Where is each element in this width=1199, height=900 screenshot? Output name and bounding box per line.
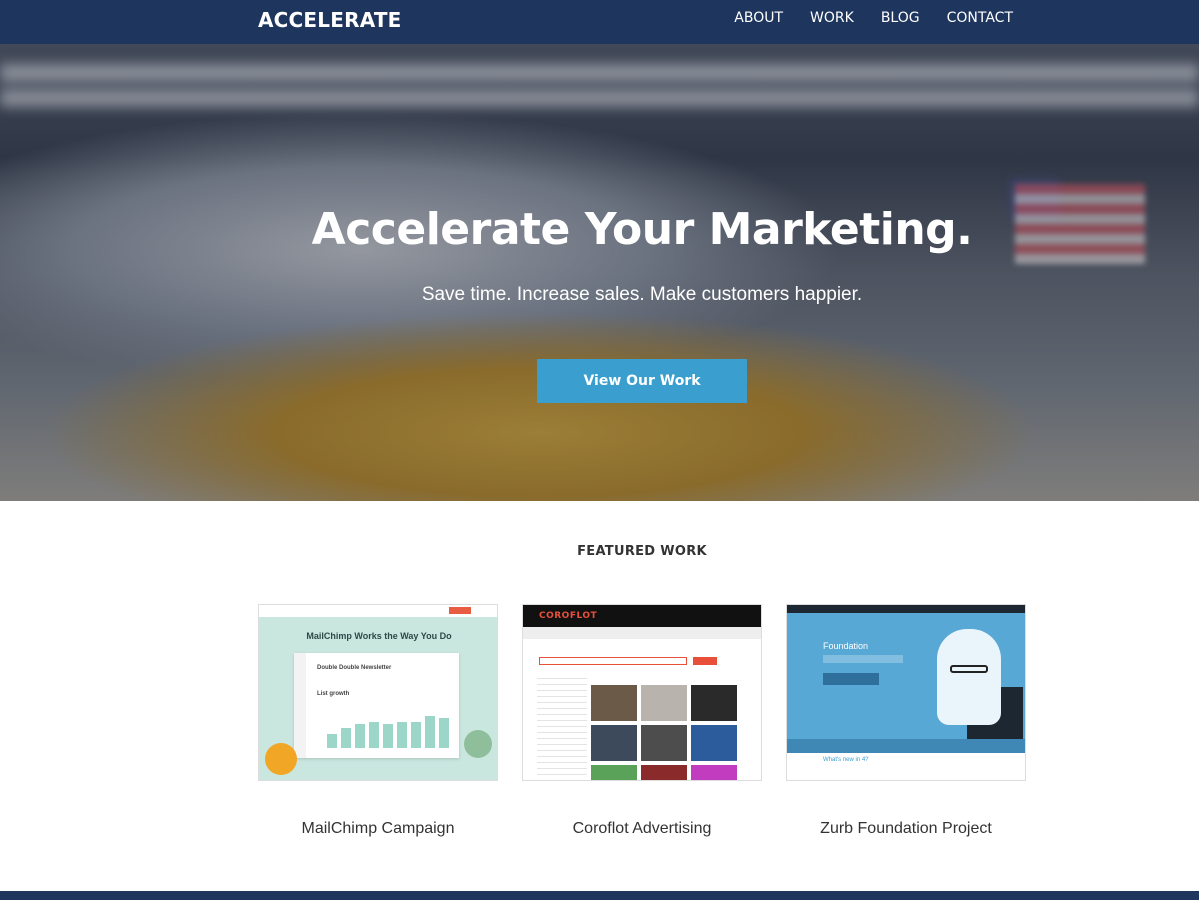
- site-header: ACCELERATE ABOUT WORK BLOG CONTACT: [0, 0, 1199, 44]
- thumb-subnav: [523, 627, 761, 639]
- hero-banner: Accelerate Your Marketing. Save time. In…: [0, 44, 1199, 501]
- thumb-signup-button: [449, 607, 471, 614]
- thumb-subscribe-strip: [787, 739, 1025, 753]
- thumb-search: [539, 657, 687, 665]
- thumb-sidebar: [294, 653, 306, 758]
- thumb-project-image: [641, 725, 687, 761]
- hero-background-streak: [0, 64, 1199, 82]
- thumb-tagline: [823, 655, 903, 663]
- thumb-chart-bar: [425, 716, 435, 748]
- thumb-category-list: [537, 673, 587, 778]
- footer-bar: [0, 891, 1199, 900]
- hero-title: Accelerate Your Marketing.: [311, 204, 973, 255]
- card-label-coroflot[interactable]: Coroflot Advertising: [522, 820, 762, 838]
- thumb-project-image: [591, 685, 637, 721]
- thumb-project-image: [641, 685, 687, 721]
- hero-background-streak: [0, 89, 1199, 107]
- card-label-foundation[interactable]: Zurb Foundation Project: [786, 820, 1026, 838]
- thumb-heading: MailChimp Works the Way You Do: [306, 631, 452, 641]
- thumb-glasses: [950, 665, 988, 673]
- nav-about[interactable]: ABOUT: [734, 10, 783, 26]
- thumb-project-image: [641, 765, 687, 780]
- view-our-work-button[interactable]: View Our Work: [537, 359, 747, 403]
- thumb-chart-bar: [383, 724, 393, 748]
- foundation-thumbnail[interactable]: Foundation What's new in 4?: [786, 604, 1026, 781]
- thumb-project-image: [591, 765, 637, 780]
- thumb-brand: COROFLOT: [539, 611, 598, 621]
- thumb-panel-title: Double Double Newsletter: [317, 665, 392, 671]
- thumb-project-image: [691, 725, 737, 761]
- thumb-chart-bar: [327, 734, 337, 748]
- thumb-plant-decor: [464, 730, 492, 758]
- thumb-brand: Foundation: [823, 641, 869, 651]
- thumb-section-title: List growth: [317, 691, 350, 697]
- thumb-yeti-mascot: [937, 629, 1001, 725]
- nav-contact[interactable]: CONTACT: [947, 10, 1013, 26]
- coroflot-thumbnail[interactable]: COROFLOT: [522, 604, 762, 781]
- thumb-chart-bar: [355, 724, 365, 748]
- site-logo[interactable]: ACCELERATE: [258, 8, 402, 32]
- hero-subtitle: Save time. Increase sales. Make customer…: [421, 284, 863, 305]
- thumb-project-image: [591, 725, 637, 761]
- thumb-chart-bar: [411, 722, 421, 748]
- thumb-chart-bar: [397, 722, 407, 748]
- thumb-whats-new: What's new in 4?: [823, 757, 869, 763]
- thumb-download-button: [823, 673, 879, 685]
- nav-work[interactable]: WORK: [810, 10, 854, 26]
- thumb-project-image: [691, 765, 737, 780]
- thumb-chart-bar: [341, 728, 351, 748]
- card-label-mailchimp[interactable]: MailChimp Campaign: [258, 820, 498, 838]
- thumb-button: [693, 657, 717, 665]
- nav-blog[interactable]: BLOG: [881, 10, 920, 26]
- thumb-chart-bar: [439, 718, 449, 748]
- thumb-project-image: [691, 685, 737, 721]
- thumb-chart-bar: [369, 722, 379, 748]
- mailchimp-thumbnail[interactable]: MailChimp Works the Way You Do Double Do…: [258, 604, 498, 781]
- thumb-orange-decor: [265, 743, 297, 775]
- main-nav: ABOUT WORK BLOG CONTACT: [734, 10, 1013, 26]
- featured-work-heading: FEATURED WORK: [577, 544, 707, 559]
- thumb-navbar: [787, 605, 1025, 613]
